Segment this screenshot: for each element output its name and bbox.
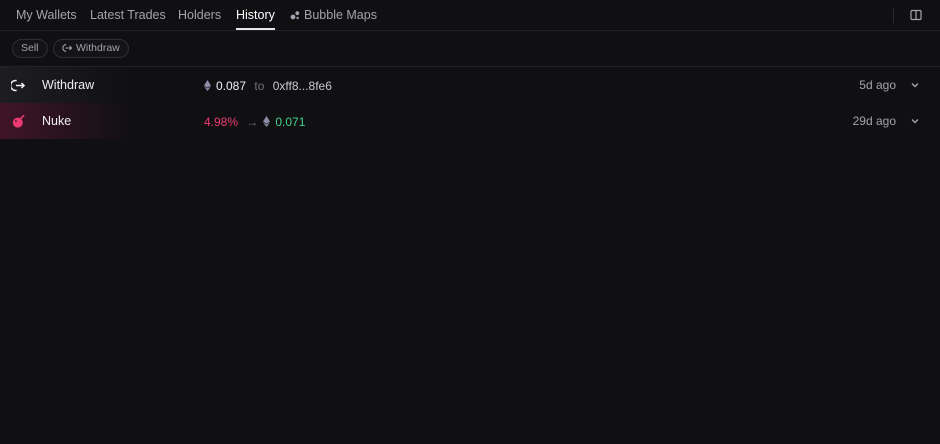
tab-label: My Wallets bbox=[16, 8, 77, 22]
chip-label: Withdraw bbox=[76, 42, 120, 54]
history-row[interactable]: Withdraw 0.087 to 0xff8...8fe6 5d ago bbox=[0, 67, 940, 103]
bomb-icon bbox=[12, 115, 25, 128]
chip-label: Sell bbox=[21, 42, 39, 54]
split-view-icon[interactable] bbox=[909, 8, 923, 22]
timestamp: 29d ago bbox=[852, 114, 896, 128]
tab-bubble-maps[interactable]: Bubble Maps bbox=[290, 0, 377, 31]
chevron-down-icon[interactable] bbox=[910, 81, 920, 89]
tab-label: Holders bbox=[178, 8, 222, 22]
transaction-type: Withdraw bbox=[42, 78, 95, 92]
filter-chip-withdraw[interactable]: Withdraw bbox=[53, 39, 129, 58]
tab-label: Latest Trades bbox=[90, 8, 166, 22]
history-row[interactable]: Nuke 4.98% → 0.071 29d ago bbox=[0, 103, 940, 139]
tab-label: History bbox=[236, 8, 275, 22]
eth-icon bbox=[263, 116, 271, 128]
withdraw-icon bbox=[62, 44, 73, 52]
amount-value: 0.087 bbox=[216, 78, 247, 93]
bubbles-icon bbox=[290, 11, 300, 20]
arrow-icon: → bbox=[246, 114, 259, 129]
filter-bar: Sell Withdraw bbox=[0, 31, 940, 67]
tab-bar: My Wallets Latest Trades Holders History… bbox=[0, 0, 940, 31]
tab-holders[interactable]: Holders bbox=[178, 0, 221, 31]
tab-my-wallets[interactable]: My Wallets bbox=[16, 0, 77, 31]
filter-chip-sell[interactable]: Sell bbox=[12, 39, 48, 58]
eth-icon bbox=[204, 80, 211, 92]
wallet-address: 0xff8...8fe6 bbox=[272, 78, 332, 93]
withdraw-icon bbox=[11, 79, 26, 92]
tab-latest-trades[interactable]: Latest Trades bbox=[90, 0, 166, 31]
timestamp: 5d ago bbox=[859, 78, 896, 92]
percent-value: 4.98% bbox=[204, 114, 239, 129]
tab-label: Bubble Maps bbox=[304, 8, 377, 22]
tab-history[interactable]: History bbox=[236, 0, 275, 31]
toolbar-divider bbox=[893, 8, 894, 23]
transaction-detail: 0.087 to 0xff8...8fe6 bbox=[204, 67, 332, 104]
amount-value: 0.071 bbox=[275, 114, 306, 129]
transaction-detail: 4.98% → 0.071 bbox=[204, 103, 305, 140]
transaction-type: Nuke bbox=[42, 114, 72, 128]
connector-text: to bbox=[254, 78, 265, 93]
chevron-down-icon[interactable] bbox=[910, 117, 920, 125]
